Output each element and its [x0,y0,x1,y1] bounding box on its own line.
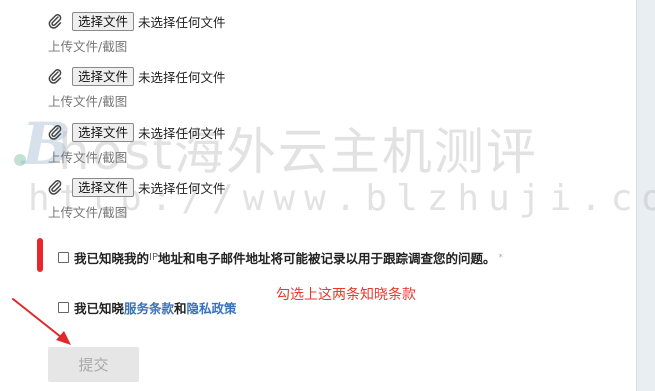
upload-hint: 上传文件/截图 [48,94,128,109]
file-upload-row: 选择文件 未选择任何文件 [48,11,226,31]
file-status-text: 未选择任何文件 [138,125,226,141]
red-highlight-mark [37,238,43,272]
file-upload-row: 选择文件 未选择任何文件 [48,66,226,86]
ip-consent-suffix: 地址和电子邮件地址将可能被记录以用于跟踪调查您的问题。 [158,251,496,266]
upload-hint: 上传文件/截图 [48,205,128,220]
paperclip-icon [48,124,62,140]
ip-consent-prefix: 我已知晓我的 [74,251,150,266]
terms-of-service-link[interactable]: 服务条款 [124,298,174,317]
annotation-text: 勾选上这两条知晓条款 [276,287,416,303]
terms-consent-prefix: 我已知晓 [74,301,125,316]
privacy-policy-link[interactable]: 隐私政策 [187,298,237,317]
upload-hint: 上传文件/截图 [48,39,128,54]
file-status-text: 未选择任何文件 [138,14,226,30]
file-upload-row: 选择文件 未选择任何文件 [48,122,226,142]
support-form-panel: B host海外云主机测评 http://www.blzhuji.com/ 选择… [0,0,655,391]
file-status-text: 未选择任何文件 [138,180,226,196]
upload-hint: 上传文件/截图 [48,150,128,165]
choose-file-button[interactable]: 选择文件 [72,177,135,197]
ip-consent-row[interactable]: 我已知晓我的 IP 地址和电子邮件地址将可能被记录以用于跟踪调查您的问题。 * [58,248,503,267]
choose-file-button[interactable]: 选择文件 [72,11,135,31]
file-status-text: 未选择任何文件 [138,69,226,85]
red-arrow-icon [12,298,71,345]
submit-button[interactable]: 提交 [48,347,139,382]
ip-consent-checkbox[interactable] [58,252,69,263]
file-upload-row: 选择文件 未选择任何文件 [48,177,226,197]
paperclip-icon [48,68,62,84]
terms-and-word: 和 [174,301,187,316]
ip-consent-ip: IP [149,252,158,263]
required-mark: * [498,252,504,263]
paperclip-icon [48,179,62,195]
terms-consent-row[interactable]: 我已知晓 服务条款和隐私政策 [58,298,237,317]
paperclip-icon [48,13,62,29]
watermark-dot [14,154,26,166]
choose-file-button[interactable]: 选择文件 [72,122,135,142]
choose-file-button[interactable]: 选择文件 [72,66,135,86]
